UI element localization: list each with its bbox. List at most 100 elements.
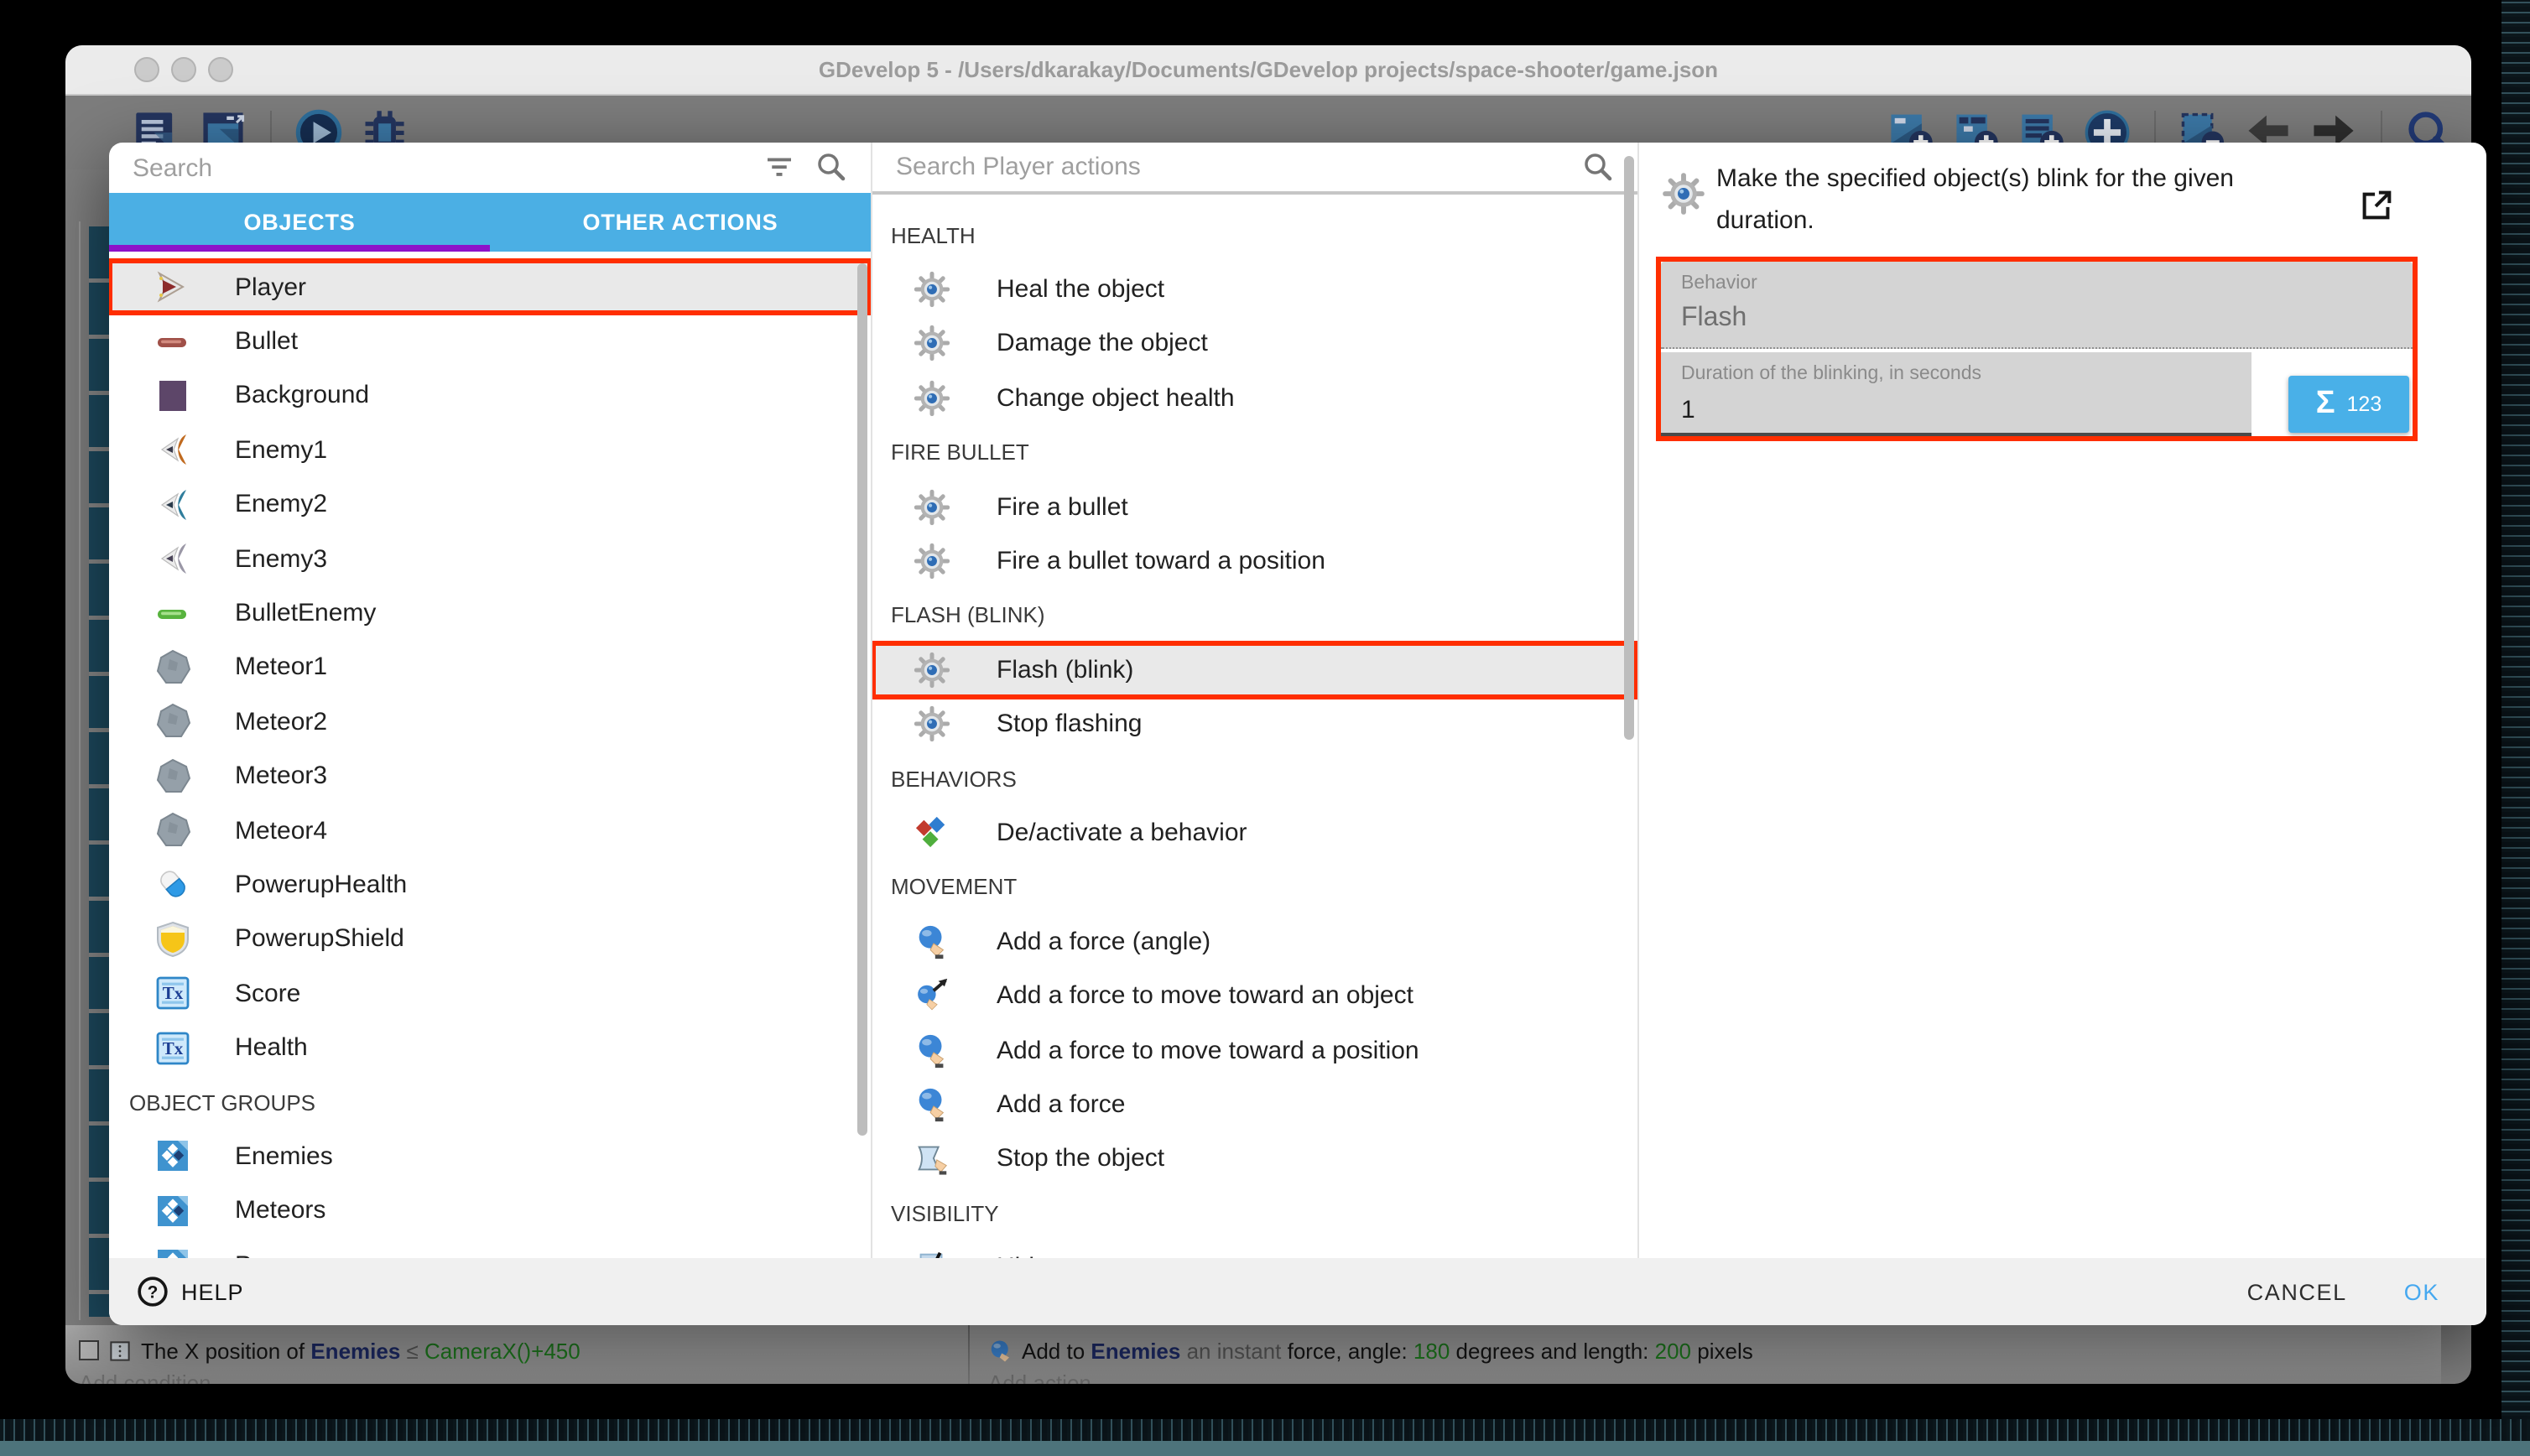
behavior-field-value: Flash bbox=[1681, 304, 2392, 334]
action-row-add-a-force-angle-[interactable]: Add a force (angle) bbox=[872, 914, 1637, 969]
duration-field[interactable]: Duration of the blinking, in seconds 1 bbox=[1661, 352, 2251, 436]
action-row-label: Change object health bbox=[997, 384, 1235, 413]
object-row-meteor1[interactable]: Meteor1 bbox=[109, 640, 871, 694]
object-row-score[interactable]: Score bbox=[109, 966, 871, 1021]
objects-list-scrollbar[interactable] bbox=[857, 263, 867, 1136]
action-section-flash-blink-: FLASH (BLINK) bbox=[872, 588, 1637, 642]
desktop-wallpaper-strip bbox=[0, 1441, 2530, 1456]
square-purple-icon bbox=[153, 376, 193, 416]
action-row-add-a-force-to-move-toward-an-object[interactable]: Add a force to move toward an object bbox=[872, 969, 1637, 1023]
action-row-label: De/activate a behavior bbox=[997, 819, 1247, 847]
action-row-add-a-force[interactable]: Add a force bbox=[872, 1078, 1637, 1132]
sigma-icon: Σ bbox=[2316, 386, 2335, 423]
action-row-label: Add a force (angle) bbox=[997, 928, 1210, 956]
action-row-label: Stop the object bbox=[997, 1145, 1164, 1173]
parameters-highlight-box: Behavior Flash Duration of the blinking,… bbox=[1656, 257, 2418, 441]
object-row-label: Meteor2 bbox=[235, 708, 327, 736]
behavior-field-label: Behavior bbox=[1681, 273, 2392, 294]
action-row-change-object-health[interactable]: Change object health bbox=[872, 371, 1637, 425]
expression-button-label: 123 bbox=[2347, 393, 2382, 416]
action-row-hide[interactable]: Hide bbox=[872, 1240, 1637, 1258]
group-row-powerups[interactable]: Powerups bbox=[109, 1238, 871, 1258]
filter-icon[interactable] bbox=[762, 149, 797, 185]
action-section-movement: MOVEMENT bbox=[872, 860, 1637, 914]
cancel-button[interactable]: CANCEL bbox=[2247, 1279, 2347, 1304]
object-row-label: PowerupHealth bbox=[235, 871, 407, 899]
event-actions-cell[interactable]: Add to Enemies an instant force, angle: … bbox=[970, 1325, 2441, 1384]
ok-button[interactable]: OK bbox=[2404, 1279, 2439, 1304]
group-icon bbox=[153, 1136, 193, 1177]
object-row-label: Score bbox=[235, 980, 300, 1008]
enemy-orange-icon bbox=[153, 430, 193, 471]
open-in-new-icon[interactable] bbox=[2357, 186, 2396, 225]
action-row-label: Add a force to move toward a position bbox=[997, 1036, 1419, 1064]
object-row-health[interactable]: Health bbox=[109, 1021, 871, 1075]
actions-panel: HEALTHHeal the objectDamage the objectCh… bbox=[872, 143, 1639, 1258]
search-icon bbox=[814, 149, 849, 185]
action-row-stop-flashing[interactable]: Stop flashing bbox=[872, 697, 1637, 751]
event-conditions-cell[interactable]: The X position of Enemies ≤ CameraX()+45… bbox=[65, 1325, 970, 1384]
add-action-link[interactable]: Add action bbox=[988, 1370, 2441, 1384]
object-row-enemy1[interactable]: Enemy1 bbox=[109, 423, 871, 477]
object-row-bullet[interactable]: Bullet bbox=[109, 315, 871, 369]
ship-player-icon bbox=[153, 267, 193, 307]
window-titlebar: GDevelop 5 - /Users/dkarakay/Documents/G… bbox=[65, 45, 2471, 96]
action-row-label: Heal the object bbox=[997, 275, 1164, 304]
object-row-background[interactable]: Background bbox=[109, 369, 871, 424]
actions-search-input[interactable] bbox=[872, 143, 1637, 191]
group-icon bbox=[153, 1245, 193, 1258]
meteor-icon bbox=[153, 810, 193, 850]
expression-editor-button[interactable]: Σ 123 bbox=[2288, 376, 2409, 433]
force-toward-icon bbox=[913, 976, 951, 1015]
object-row-label: PowerupShield bbox=[235, 925, 404, 954]
group-row-enemies[interactable]: Enemies bbox=[109, 1130, 871, 1184]
events-sheet-row: The X position of Enemies ≤ CameraX()+45… bbox=[65, 1325, 2441, 1384]
gear-icon bbox=[913, 325, 951, 363]
action-row-de-activate-a-behavior[interactable]: De/activate a behavior bbox=[872, 806, 1637, 861]
behavior-field[interactable]: Behavior Flash bbox=[1661, 262, 2413, 349]
object-row-enemy2[interactable]: Enemy2 bbox=[109, 477, 871, 532]
tab-other-actions[interactable]: OTHER ACTIONS bbox=[490, 193, 871, 252]
action-row-fire-a-bullet[interactable]: Fire a bullet bbox=[872, 480, 1637, 534]
object-row-powerupshield[interactable]: PowerupShield bbox=[109, 912, 871, 966]
objects-search-input[interactable] bbox=[109, 143, 871, 193]
objects-list: Player Bullet BackgroundEnemy1Enemy2Enemy3… bbox=[109, 252, 871, 1258]
position-condition-icon bbox=[107, 1338, 133, 1363]
object-row-meteor4[interactable]: Meteor4 bbox=[109, 803, 871, 858]
object-row-label: Bullet bbox=[235, 327, 298, 356]
action-text: Add to Enemies an instant force, angle: … bbox=[1022, 1338, 1753, 1363]
group-row-meteors[interactable]: Meteors bbox=[109, 1183, 871, 1238]
object-row-bulletenemy[interactable]: BulletEnemy bbox=[109, 586, 871, 641]
object-row-poweruphealth[interactable]: PowerupHealth bbox=[109, 858, 871, 913]
action-row-label: Fire a bullet bbox=[997, 492, 1128, 521]
object-row-label: BulletEnemy bbox=[235, 599, 376, 627]
action-row-flash-blink-[interactable]: Flash (blink) bbox=[872, 642, 1637, 697]
help-button[interactable]: HELP bbox=[136, 1275, 244, 1308]
object-row-meteor2[interactable]: Meteor2 bbox=[109, 694, 871, 749]
pill-icon bbox=[153, 865, 193, 905]
object-row-label: Player bbox=[235, 273, 306, 301]
action-row-damage-the-object[interactable]: Damage the object bbox=[872, 317, 1637, 372]
object-row-enemy3[interactable]: Enemy3 bbox=[109, 532, 871, 586]
action-description: Make the specified object(s) blink for t… bbox=[1716, 158, 2293, 242]
objects-panel: OBJECTS OTHER ACTIONS Player Bullet Backgr… bbox=[109, 143, 872, 1258]
help-icon bbox=[136, 1275, 169, 1308]
events-sheet-gutter-line bbox=[79, 221, 81, 1320]
object-row-player[interactable]: Player bbox=[109, 260, 871, 315]
action-row-fire-a-bullet-toward-a-position[interactable]: Fire a bullet toward a position bbox=[872, 534, 1637, 589]
object-row-meteor3[interactable]: Meteor3 bbox=[109, 749, 871, 803]
action-row-stop-the-object[interactable]: Stop the object bbox=[872, 1131, 1637, 1186]
actions-list-scrollbar[interactable] bbox=[1624, 156, 1634, 740]
object-row-label: Meteor1 bbox=[235, 653, 327, 682]
object-row-label: Meteor4 bbox=[235, 816, 327, 845]
meteor-icon bbox=[153, 702, 193, 742]
bullet-green-icon bbox=[153, 593, 193, 633]
action-row-heal-the-object[interactable]: Heal the object bbox=[872, 263, 1637, 317]
action-row-label: Add a force to move toward an object bbox=[997, 981, 1413, 1010]
action-row-label: Damage the object bbox=[997, 330, 1208, 358]
force-icon bbox=[913, 1085, 951, 1124]
add-condition-link[interactable]: Add condition bbox=[79, 1370, 968, 1384]
tab-objects[interactable]: OBJECTS bbox=[109, 193, 490, 252]
action-row-add-a-force-to-move-toward-a-position[interactable]: Add a force to move toward a position bbox=[872, 1023, 1637, 1078]
objects-search-row bbox=[109, 143, 871, 195]
